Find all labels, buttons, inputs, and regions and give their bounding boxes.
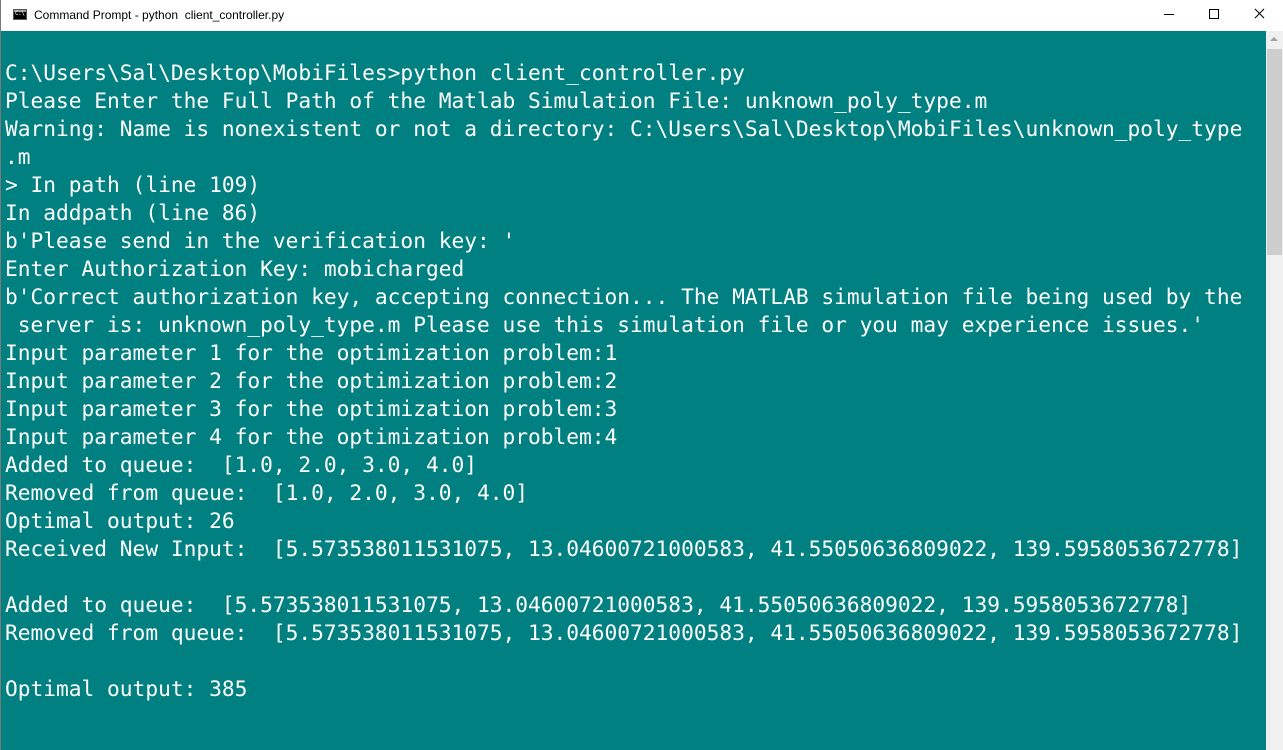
command-prompt-icon[interactable]: C:\: [13, 9, 27, 20]
console-line: Added to queue: [5.573538011531075, 13.0…: [5, 592, 1192, 617]
maximize-button[interactable]: [1192, 0, 1237, 29]
console-line: C:\Users\Sal\Desktop\MobiFiles>python cl…: [5, 60, 745, 85]
console-line: Input parameter 1 for the optimization p…: [5, 340, 618, 365]
vertical-scrollbar[interactable]: [1266, 31, 1283, 750]
minimize-button[interactable]: [1147, 0, 1192, 29]
console-output-area[interactable]: C:\Users\Sal\Desktop\MobiFiles>python cl…: [1, 31, 1266, 750]
console-line: Input parameter 3 for the optimization p…: [5, 396, 618, 421]
window-title: Command Prompt - python client_controlle…: [34, 8, 285, 22]
console-line: Added to queue: [1.0, 2.0, 3.0, 4.0]: [5, 452, 477, 477]
console-line: In addpath (line 86): [5, 200, 261, 225]
console-line: Removed from queue: [1.0, 2.0, 3.0, 4.0]: [5, 480, 528, 505]
scrollbar-thumb[interactable]: [1267, 49, 1282, 255]
icon-prompt-text: C:\: [15, 10, 25, 17]
close-button[interactable]: [1237, 0, 1282, 29]
console-line: Removed from queue: [5.573538011531075, …: [5, 620, 1243, 645]
command-prompt-window: C:\ Command Prompt - python client_contr…: [0, 0, 1283, 750]
maximize-icon: [1209, 9, 1219, 19]
close-icon: [1254, 9, 1264, 19]
console-line: b'Please send in the verification key: ': [5, 228, 516, 253]
console-line: .m: [5, 144, 31, 169]
console-line: Please Enter the Full Path of the Matlab…: [5, 88, 988, 113]
scroll-up-arrow-icon[interactable]: [1266, 31, 1283, 48]
console-lines: C:\Users\Sal\Desktop\MobiFiles>python cl…: [5, 59, 1242, 703]
console-line: Warning: Name is nonexistent or not a di…: [5, 116, 1243, 141]
console-line: Enter Authorization Key: mobicharged: [5, 256, 465, 281]
console-line: Input parameter 4 for the optimization p…: [5, 424, 618, 449]
console-line: Input parameter 2 for the optimization p…: [5, 368, 618, 393]
console-line: b'Correct authorization key, accepting c…: [5, 284, 1243, 309]
minimize-icon: [1164, 14, 1174, 15]
title-bar[interactable]: C:\ Command Prompt - python client_contr…: [1, 0, 1283, 31]
console-line: > In path (line 109): [5, 172, 261, 197]
console-line: Optimal output: 26: [5, 508, 235, 533]
console-line: Optimal output: 385: [5, 676, 248, 701]
console-line: server is: unknown_poly_type.m Please us…: [5, 312, 1205, 337]
console-line: Received New Input: [5.573538011531075, …: [5, 536, 1243, 561]
